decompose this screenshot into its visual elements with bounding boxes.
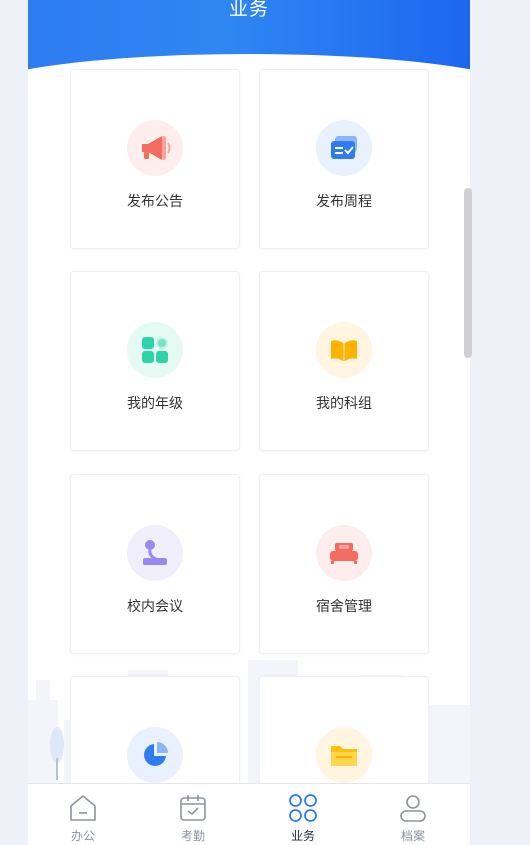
card-label: 发布周程 [316,194,372,210]
card-label: 发布公告 [127,194,183,210]
card-publish-schedule[interactable]: 发布周程 [259,69,429,249]
grade-blocks-icon [127,322,183,378]
grid-clover-icon [289,794,317,822]
scrollbar[interactable] [464,188,472,358]
card-label: 校内会议 [127,599,183,615]
pie-chart-icon [127,727,183,783]
bottom-tab-bar: 办公 考勤 业务 档案 [28,783,470,845]
megaphone-icon [127,120,183,176]
tab-label: 档案 [400,829,425,843]
calendar-check-icon [180,795,206,821]
tab-label: 业务 [290,829,315,843]
meeting-mic-icon [127,525,183,581]
card-label: 我的年级 [127,396,183,412]
tab-business[interactable]: 业务 [248,784,358,845]
tab-office[interactable]: 办公 [28,784,138,845]
tab-label: 办公 [70,829,95,843]
schedule-card-icon [316,120,372,176]
tab-label: 考勤 [180,829,205,843]
card-publish-notice[interactable]: 发布公告 [70,69,240,249]
card-label: 宿舍管理 [316,599,372,615]
bed-icon [316,525,372,581]
folder-icon [316,727,372,783]
profile-icon [400,795,426,822]
card-school-meeting[interactable]: 校内会议 [70,474,240,654]
card-dormitory-management[interactable]: 宿舍管理 [259,474,429,654]
home-icon [70,795,96,821]
card-my-grade[interactable]: 我的年级 [70,271,240,451]
tab-archive[interactable]: 档案 [358,784,468,845]
card-label: 我的科组 [316,396,372,412]
app-screen: 业务 发布公告 发布周程 我的年级 我的科组 校内会议 宿舍管理 办公 考勤 业… [28,0,470,845]
tab-attendance[interactable]: 考勤 [138,784,248,845]
card-my-subject-group[interactable]: 我的科组 [259,271,429,451]
page-title: 业务 [228,0,269,20]
book-icon [316,322,372,378]
